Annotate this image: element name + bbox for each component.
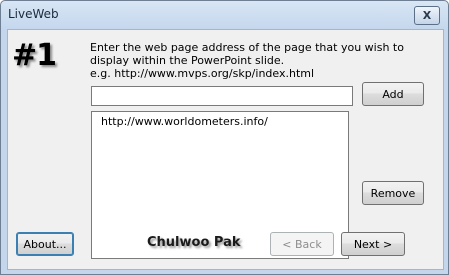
url-input[interactable] [91,86,353,106]
instruction-line-2: display within the PowerPoint slide. [90,54,285,67]
remove-button[interactable]: Remove [362,181,424,205]
next-button[interactable]: Next > [341,232,405,256]
close-button[interactable]: X [414,6,440,25]
dialog-window: LiveWeb X #1 Enter the web page address … [0,0,449,275]
instructions: Enter the web page address of the page t… [90,41,404,80]
about-button-label: About... [23,237,67,251]
dialog-body: #1 Enter the web page address of the pag… [7,29,444,270]
back-button[interactable]: < Back [270,232,334,256]
window-title: LiveWeb [8,7,59,21]
instruction-line-1: Enter the web page address of the page t… [90,41,404,54]
back-button-label: < Back [282,237,322,251]
about-button[interactable]: About... [16,232,74,256]
author-name: Chulwoo Pak [147,235,241,250]
remove-button-label: Remove [370,186,416,200]
add-button[interactable]: Add [362,82,424,106]
add-button-label: Add [382,87,404,101]
list-item[interactable]: http://www.worldometers.info/ [101,115,268,128]
close-icon: X [422,9,432,22]
step-number: #1 [12,38,57,73]
title-bar[interactable]: LiveWeb X [1,1,448,29]
instruction-example: e.g. http://www.mvps.org/skp/index.html [90,67,315,80]
next-button-label: Next > [353,237,393,251]
